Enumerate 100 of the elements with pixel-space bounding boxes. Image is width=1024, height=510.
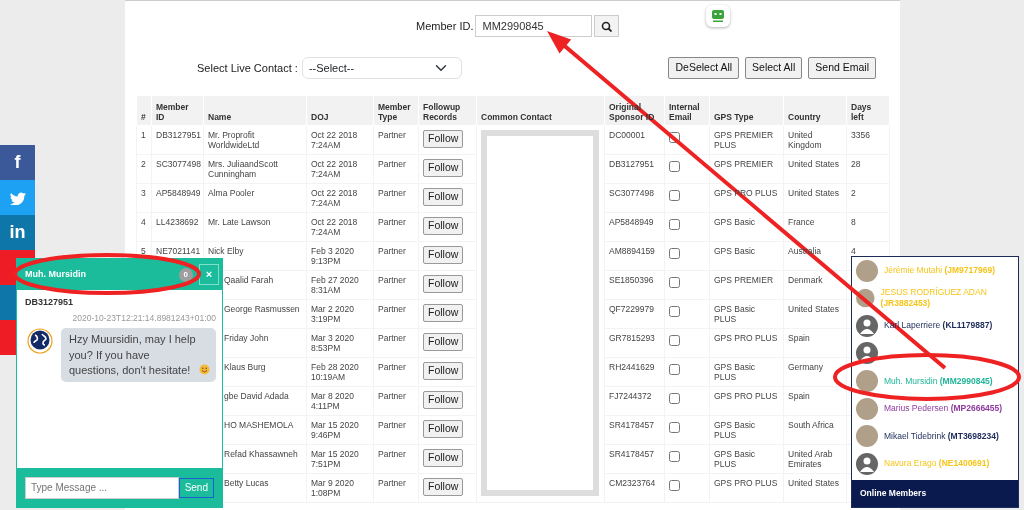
table-cell: Partner bbox=[378, 449, 406, 459]
member-id-field[interactable]: MM2990845 bbox=[475, 15, 593, 37]
table-cell: United States bbox=[788, 188, 840, 198]
table-cell: GPS Basic PLUS bbox=[714, 362, 756, 383]
message-field[interactable]: Type Message ... bbox=[25, 476, 179, 499]
table-cell: RH2441629 bbox=[609, 362, 655, 372]
search-icon bbox=[601, 20, 613, 32]
internal-email-checkbox[interactable] bbox=[669, 393, 680, 404]
table-cell: Qaalid Farah bbox=[224, 275, 274, 285]
internal-email-checkbox[interactable] bbox=[669, 132, 680, 143]
internal-email-checkbox[interactable] bbox=[669, 277, 680, 288]
internal-email-checkbox[interactable] bbox=[669, 306, 680, 317]
internal-email-checkbox[interactable] bbox=[669, 480, 680, 491]
table-cell: United States bbox=[788, 304, 840, 314]
internal-email-checkbox[interactable] bbox=[669, 422, 680, 433]
table-cell: Partner bbox=[378, 333, 406, 343]
follow-button[interactable]: Follow bbox=[423, 304, 464, 322]
follow-button[interactable]: Follow bbox=[423, 130, 464, 148]
follow-button[interactable]: Follow bbox=[423, 391, 464, 409]
column-header: Days left bbox=[851, 101, 872, 123]
internal-email-checkbox[interactable] bbox=[669, 364, 680, 375]
follow-button[interactable]: Follow bbox=[423, 217, 464, 235]
table-cell: Partner bbox=[378, 188, 406, 198]
table-cell: 2 bbox=[851, 188, 856, 198]
internal-email-checkbox[interactable] bbox=[669, 161, 680, 172]
follow-button[interactable]: Follow bbox=[423, 478, 464, 496]
table-cell: Mr. Late Lawson bbox=[208, 217, 271, 227]
column-header: Followup Records bbox=[423, 101, 461, 123]
table-cell: Partner bbox=[378, 159, 406, 169]
follow-button[interactable]: Follow bbox=[423, 159, 464, 177]
column-header: # bbox=[141, 112, 146, 123]
follow-button[interactable]: Follow bbox=[423, 420, 464, 438]
twitter-icon bbox=[9, 190, 26, 205]
table-cell: NE7021141 bbox=[156, 246, 201, 256]
facebook-tile[interactable]: f bbox=[0, 145, 35, 180]
table-cell: Mar 15 2020 7:51PM bbox=[311, 449, 359, 470]
internal-email-checkbox[interactable] bbox=[669, 219, 680, 230]
table-cell: Feb 3 2020 9:13PM bbox=[311, 246, 354, 267]
robot-icon[interactable] bbox=[706, 5, 730, 27]
live-contact-label: Select Live Contact : bbox=[197, 60, 298, 76]
table-cell: GPS Basic PLUS bbox=[714, 449, 756, 470]
search-button[interactable] bbox=[594, 15, 620, 37]
table-cell: Refad Khassawneh bbox=[224, 449, 298, 459]
table-cell: GPS PREMIER bbox=[714, 275, 774, 285]
table-cell: Partner bbox=[378, 275, 406, 285]
follow-button[interactable]: Follow bbox=[423, 275, 464, 293]
table-cell: SR4178457 bbox=[609, 449, 654, 459]
table-cell: Partner bbox=[378, 391, 406, 401]
internal-email-checkbox[interactable] bbox=[669, 190, 680, 201]
internal-email-checkbox[interactable] bbox=[669, 451, 680, 462]
column-header: Member Type bbox=[378, 101, 411, 123]
follow-button[interactable]: Follow bbox=[423, 333, 464, 351]
table-cell: Partner bbox=[378, 246, 406, 256]
table-cell: GPS PREMIER bbox=[714, 159, 774, 169]
follow-button[interactable]: Follow bbox=[423, 362, 464, 380]
table-cell: GPS PRO PLUS bbox=[714, 333, 778, 343]
table-cell: Partner bbox=[378, 362, 406, 372]
table-cell: HO MASHEMOLA bbox=[224, 420, 294, 430]
table-cell: AP5848949 bbox=[156, 188, 201, 198]
silhouette-icon bbox=[856, 314, 878, 337]
table-cell: DB3127951 bbox=[156, 130, 201, 140]
follow-button[interactable]: Follow bbox=[423, 449, 464, 467]
table-cell: 3356 bbox=[851, 130, 870, 140]
table-cell: DC00001 bbox=[609, 130, 645, 140]
follow-button[interactable]: Follow bbox=[423, 188, 464, 206]
table-cell: GPS PREMIER PLUS bbox=[714, 130, 774, 151]
table-cell: Nick Elby bbox=[208, 246, 244, 256]
internal-email-checkbox[interactable] bbox=[669, 335, 680, 346]
avatar-icon bbox=[856, 397, 878, 420]
table-cell: Mar 2 2020 3:19PM bbox=[311, 304, 354, 325]
table-cell: DB3127951 bbox=[609, 159, 654, 169]
linkedin-tile[interactable]: in bbox=[0, 215, 35, 250]
table-cell: United States bbox=[788, 478, 840, 488]
internal-email-checkbox[interactable] bbox=[669, 248, 680, 259]
table-cell: Mar 15 2020 9:46PM bbox=[311, 420, 359, 441]
table-cell: Partner bbox=[378, 304, 406, 314]
twitter-tile[interactable] bbox=[0, 180, 35, 215]
table-cell: FJ7244372 bbox=[609, 391, 652, 401]
chat-member-id: DB3127951 bbox=[25, 297, 74, 307]
row-number: 4 bbox=[141, 217, 146, 227]
table-cell: Spain bbox=[788, 333, 810, 343]
member-name[interactable]: Marius Pedersen (MP2666455) bbox=[884, 403, 1003, 415]
facebook-icon: f bbox=[14, 149, 21, 176]
table-cell: George Rasmussen bbox=[224, 304, 300, 314]
action-button[interactable]: DeSelect All bbox=[668, 57, 740, 79]
action-button[interactable]: Send Email bbox=[808, 57, 876, 79]
follow-button[interactable]: Follow bbox=[423, 246, 464, 264]
message-timestamp: 2020-10-23T12:21:14.8981243+01:00 bbox=[72, 312, 216, 323]
table-cell: SR4178457 bbox=[609, 420, 654, 430]
action-button[interactable]: Select All bbox=[745, 57, 803, 79]
table-cell: GPS Basic PLUS bbox=[714, 420, 756, 441]
column-header: Common Contact bbox=[481, 112, 552, 123]
column-header: Member ID bbox=[156, 101, 189, 123]
table-cell: GPS Basic PLUS bbox=[714, 304, 756, 325]
member-name[interactable]: Mikael Tidebrink (MT3698234) bbox=[884, 430, 999, 442]
table-cell: 4 bbox=[851, 246, 856, 256]
table-cell: SE1850396 bbox=[609, 275, 654, 285]
live-contact-select[interactable]: --Select-- bbox=[301, 57, 462, 79]
table-cell: Spain bbox=[788, 391, 810, 401]
table-cell: Feb 27 2020 8:31AM bbox=[311, 275, 359, 296]
